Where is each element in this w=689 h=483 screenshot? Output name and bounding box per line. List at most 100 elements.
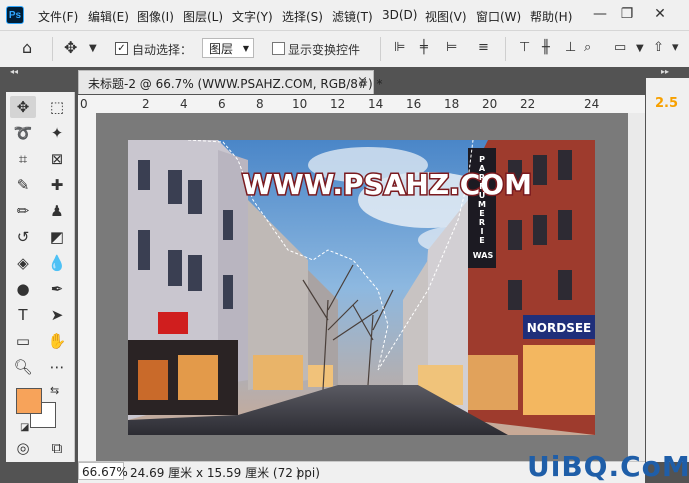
menu-view[interactable]: 视图(V)	[425, 8, 467, 25]
chevron-down-icon[interactable]: ▼	[89, 43, 97, 54]
ruler-tick: 24	[584, 97, 600, 111]
horizontal-ruler: 0 2 4 6 8 10 12 14 16 18 20 22 24	[78, 95, 645, 114]
ruler-tick: 2	[142, 97, 150, 111]
menu-window[interactable]: 窗口(W)	[476, 8, 521, 25]
ruler-tick: 6	[218, 97, 226, 111]
menu-type[interactable]: 文字(Y)	[232, 8, 273, 25]
menu-file[interactable]: 文件(F)	[38, 8, 78, 25]
restore-button[interactable]: ❐	[617, 4, 637, 24]
nordsee-sign-text: NORDSEE	[527, 321, 591, 335]
blur-tool-icon[interactable]: 💧	[44, 252, 70, 274]
move-tool-icon[interactable]: ✥	[10, 96, 36, 118]
parfumerie-sign-letter: R	[479, 173, 485, 182]
menu-help[interactable]: 帮助(H)	[530, 8, 572, 25]
lasso-tool-icon[interactable]: ➰	[10, 122, 36, 144]
align-center-icon[interactable]: ╪	[420, 40, 428, 55]
healing-brush-icon[interactable]: ✚	[44, 174, 70, 196]
document-info: 24.69 厘米 x 15.59 厘米 (72 ppi)	[130, 466, 320, 480]
align-right-icon[interactable]: ⊨	[446, 40, 457, 55]
swap-colors-icon[interactable]: ⇆	[50, 384, 59, 397]
close-window-button[interactable]: ✕	[650, 4, 670, 24]
divider	[52, 37, 53, 61]
brush-tool-icon[interactable]: ✏	[10, 200, 36, 222]
zoom-tool-icon[interactable]: 🔍︎	[10, 356, 36, 378]
ruler-tick: 22	[520, 97, 536, 111]
menu-layer[interactable]: 图层(L)	[183, 8, 223, 25]
status-menu-arrow-icon[interactable]: 〉	[296, 464, 307, 480]
show-transform-checkbox[interactable]	[272, 42, 285, 55]
align-top-icon[interactable]: ⊤	[519, 40, 530, 55]
ruler-tick: 4	[180, 97, 188, 111]
divider	[380, 37, 381, 61]
auto-select-checkbox[interactable]: ✓	[115, 42, 128, 55]
menu-bar: Ps 文件(F) 编辑(E) 图像(I) 图层(L) 文字(Y) 选择(S) 滤…	[0, 0, 689, 31]
align-bottom-icon[interactable]: ⊥	[565, 40, 576, 55]
ruler-tick: 18	[444, 97, 460, 111]
zoom-level-field[interactable]: 66.67%	[78, 462, 128, 480]
menu-filter[interactable]: 滤镜(T)	[332, 8, 373, 25]
align-middle-icon[interactable]: ╫	[542, 40, 550, 55]
menu-3d[interactable]: 3D(D)	[382, 8, 417, 22]
eraser-tool-icon[interactable]: ◩	[44, 226, 70, 248]
menu-edit[interactable]: 编辑(E)	[88, 8, 129, 25]
search-icon[interactable]: ⌕	[584, 40, 591, 55]
collapse-left-icon[interactable]: ◂◂	[10, 67, 18, 76]
ruler-tick: 0	[80, 97, 88, 111]
more-tools-icon[interactable]: ⋯	[44, 356, 70, 378]
document-tab-title: 未标题-2 @ 66.7% (WWW.PSAHZ.COM, RGB/8#) *	[88, 77, 383, 91]
vertical-scrollbar[interactable]	[628, 113, 645, 461]
paint-bucket-icon[interactable]: ◈	[10, 252, 36, 274]
chevron-down-icon[interactable]: ▼	[636, 43, 644, 54]
screen-mode-icon[interactable]: ⧉	[44, 437, 70, 459]
more-icon[interactable]: ▾	[672, 40, 679, 55]
watermark: UiBQ.CoM	[527, 450, 689, 483]
marquee-tool-icon[interactable]: ⬚	[44, 96, 70, 118]
ruler-tick: 16	[406, 97, 422, 111]
eyedropper-icon[interactable]: ✎	[10, 174, 36, 196]
workspace-icon[interactable]: ▭	[614, 40, 626, 55]
move-tool-icon[interactable]: ✥	[64, 38, 77, 57]
menu-select[interactable]: 选择(S)	[282, 8, 323, 25]
parfumerie-sign-letter: A	[479, 164, 486, 173]
minimize-button[interactable]: —	[590, 4, 610, 24]
align-left-icon[interactable]: ⊫	[394, 40, 405, 55]
options-bar: ⌂ ✥ ▼ ✓ 自动选择： 图层 ▼ 显示变换控件 ⊫ ╪ ⊨ ≡ ⊤ ╫ ⊥ …	[0, 31, 689, 68]
parfumerie-sign-letter: M	[478, 200, 486, 209]
home-icon[interactable]: ⌂	[22, 38, 32, 57]
document-image[interactable]: WAS NORDSEE WWW.PSAHZ.COM PARFUMERIE	[128, 140, 595, 435]
right-panel	[646, 78, 689, 462]
path-select-icon[interactable]: ➤	[44, 304, 70, 326]
tab-document[interactable]: 未标题-2 @ 66.7% (WWW.PSAHZ.COM, RGB/8#) * …	[78, 70, 383, 94]
photoshop-logo-icon: Ps	[6, 6, 24, 24]
crop-tool-icon[interactable]: ⌗	[10, 148, 36, 170]
was-sign-text: WAS	[473, 251, 494, 260]
share-icon[interactable]: ⇧	[653, 40, 664, 55]
collapse-right-icon[interactable]: ▸▸	[661, 67, 669, 76]
close-tab-icon[interactable]: ×	[357, 74, 368, 89]
rectangle-tool-icon[interactable]: ▭	[10, 330, 36, 352]
chevron-down-icon: ▼	[242, 44, 249, 53]
layer-select-value: 图层	[209, 42, 234, 56]
dodge-tool-icon[interactable]: ●	[10, 278, 36, 300]
divider	[505, 37, 506, 61]
parfumerie-sign-letter: I	[481, 227, 484, 236]
magic-wand-icon[interactable]: ✦	[44, 122, 70, 144]
quick-mask-icon[interactable]: ◎	[10, 437, 36, 459]
type-tool-icon[interactable]: T	[10, 304, 36, 326]
ruler-tick: 20	[482, 97, 498, 111]
distribute-icon[interactable]: ≡	[478, 40, 489, 55]
default-colors-icon[interactable]: ◪	[20, 422, 29, 433]
frame-tool-icon[interactable]: ⊠	[44, 148, 70, 170]
hand-tool-icon[interactable]: ✋	[44, 330, 70, 352]
pen-tool-icon[interactable]: ✒	[44, 278, 70, 300]
parfumerie-sign-letter: R	[479, 218, 485, 227]
menu-image[interactable]: 图像(I)	[137, 8, 174, 25]
show-transform-label: 显示变换控件	[288, 43, 361, 57]
panel-value: 2.5	[655, 96, 679, 111]
foreground-color-swatch[interactable]	[16, 388, 42, 414]
headline-text: WWW.PSAHZ.COM	[242, 168, 532, 201]
auto-select-target-dropdown[interactable]: 图层 ▼	[202, 38, 254, 58]
stamp-tool-icon[interactable]: ♟	[44, 200, 70, 222]
history-brush-icon[interactable]: ↺	[10, 226, 36, 248]
ruler-tick: 12	[330, 97, 346, 111]
